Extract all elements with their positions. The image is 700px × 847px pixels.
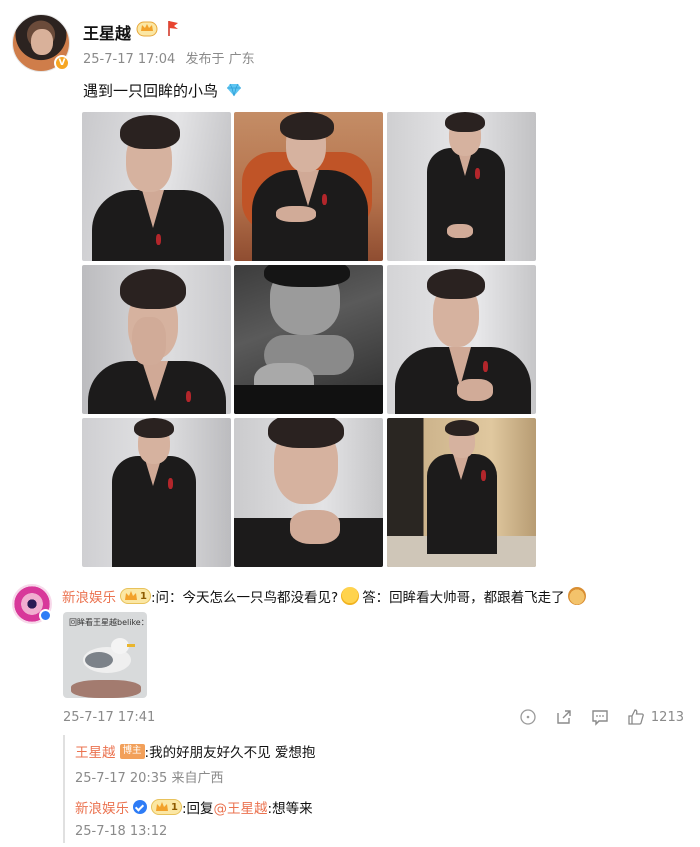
blogger-badge: 博主 [119,743,145,759]
crown-icon [125,591,137,600]
reply-2-text: :想等来 [267,801,313,817]
diamond-icon [226,83,241,97]
vip-badge[interactable]: 1 [151,799,182,815]
reply-2-prefix: :回复 [181,801,214,817]
like-icon [628,709,644,725]
flag-icon[interactable] [166,19,180,37]
verified-icon [133,800,147,814]
reply-2: 新浪娱乐 1 :回复 @王星越 :想等来 [75,797,313,817]
rock-shape [71,680,141,698]
comment-text-line: 新浪娱乐 1 :问：今天怎么一只鸟都没看见? 答：回眸看大帅哥，都跟着飞走了 [62,586,589,606]
reply-1-text: :我的好朋友好久不见 爱想抱 [144,745,316,761]
post-photo-9[interactable] [387,418,536,567]
like-count: 1213 [650,709,684,725]
comment-question: :问：今天怎么一只鸟都没看见? [150,590,339,606]
post-text-content: 遇到一只回眸的小鸟 [83,82,219,100]
comment-image-caption: 回眸看王星越belike： [69,618,147,627]
comment-answer: 答：回眸看大帅哥，都跟着飞走了 [362,590,565,606]
vip-level: 1 [171,801,178,813]
post-photo-8[interactable] [234,418,383,567]
verified-icon [39,609,52,622]
reply-1-time: 25-7-17 20:35 来自广西 [75,771,224,786]
crown-icon[interactable] [136,19,158,37]
post-photo-2[interactable] [234,112,383,261]
photo-grid [82,112,536,567]
comment-icon[interactable] [591,708,609,726]
comment-image[interactable]: 回眸看王星越belike： [63,612,147,698]
gull-wing [85,652,113,668]
post-photo-7[interactable] [82,418,231,567]
gold-verified-badge-icon: V [54,55,70,71]
gull-beak [127,644,135,647]
avatar-face [31,29,53,55]
post-location: 发布于 广东 [185,52,255,67]
post-meta: 25-7-17 17:04 发布于 广东 [83,48,255,67]
more-icon[interactable] [519,708,537,726]
comment-time: 25-7-17 17:41 [63,710,156,725]
post-photo-6[interactable] [387,265,536,414]
reply-thread: 王星越 博主 :我的好朋友好久不见 爱想抱 25-7-17 20:35 来自广西… [63,735,688,843]
post-time[interactable]: 25-7-17 17:04 [83,52,175,67]
post-text: 遇到一只回眸的小鸟 [83,80,242,101]
share-icon[interactable] [555,708,573,726]
thinking-emoji-icon [341,587,360,605]
post-photo-3[interactable] [387,112,536,261]
comment-action-bar: 1213 [519,708,684,726]
vip-level: 1 [140,590,147,602]
comment-author-name[interactable]: 新浪娱乐 [62,586,116,606]
cat-emoji-icon [567,587,586,605]
reply-2-author[interactable]: 新浪娱乐 [75,797,129,817]
post-photo-1[interactable] [82,112,231,261]
post-author-name[interactable]: 王星越 [83,20,131,44]
crown-icon [156,802,168,811]
reply-1-author[interactable]: 王星越 [75,741,116,761]
post-photo-4[interactable] [82,265,231,414]
reply-2-mention[interactable]: @王星越 [214,797,268,817]
reply-1: 王星越 博主 :我的好朋友好久不见 爱想抱 [75,741,315,761]
vip-badge[interactable]: 1 [120,588,151,604]
reply-2-time: 25-7-18 13:12 [75,824,168,839]
post-photo-5[interactable] [234,265,383,414]
like-button[interactable]: 1213 [627,708,684,726]
